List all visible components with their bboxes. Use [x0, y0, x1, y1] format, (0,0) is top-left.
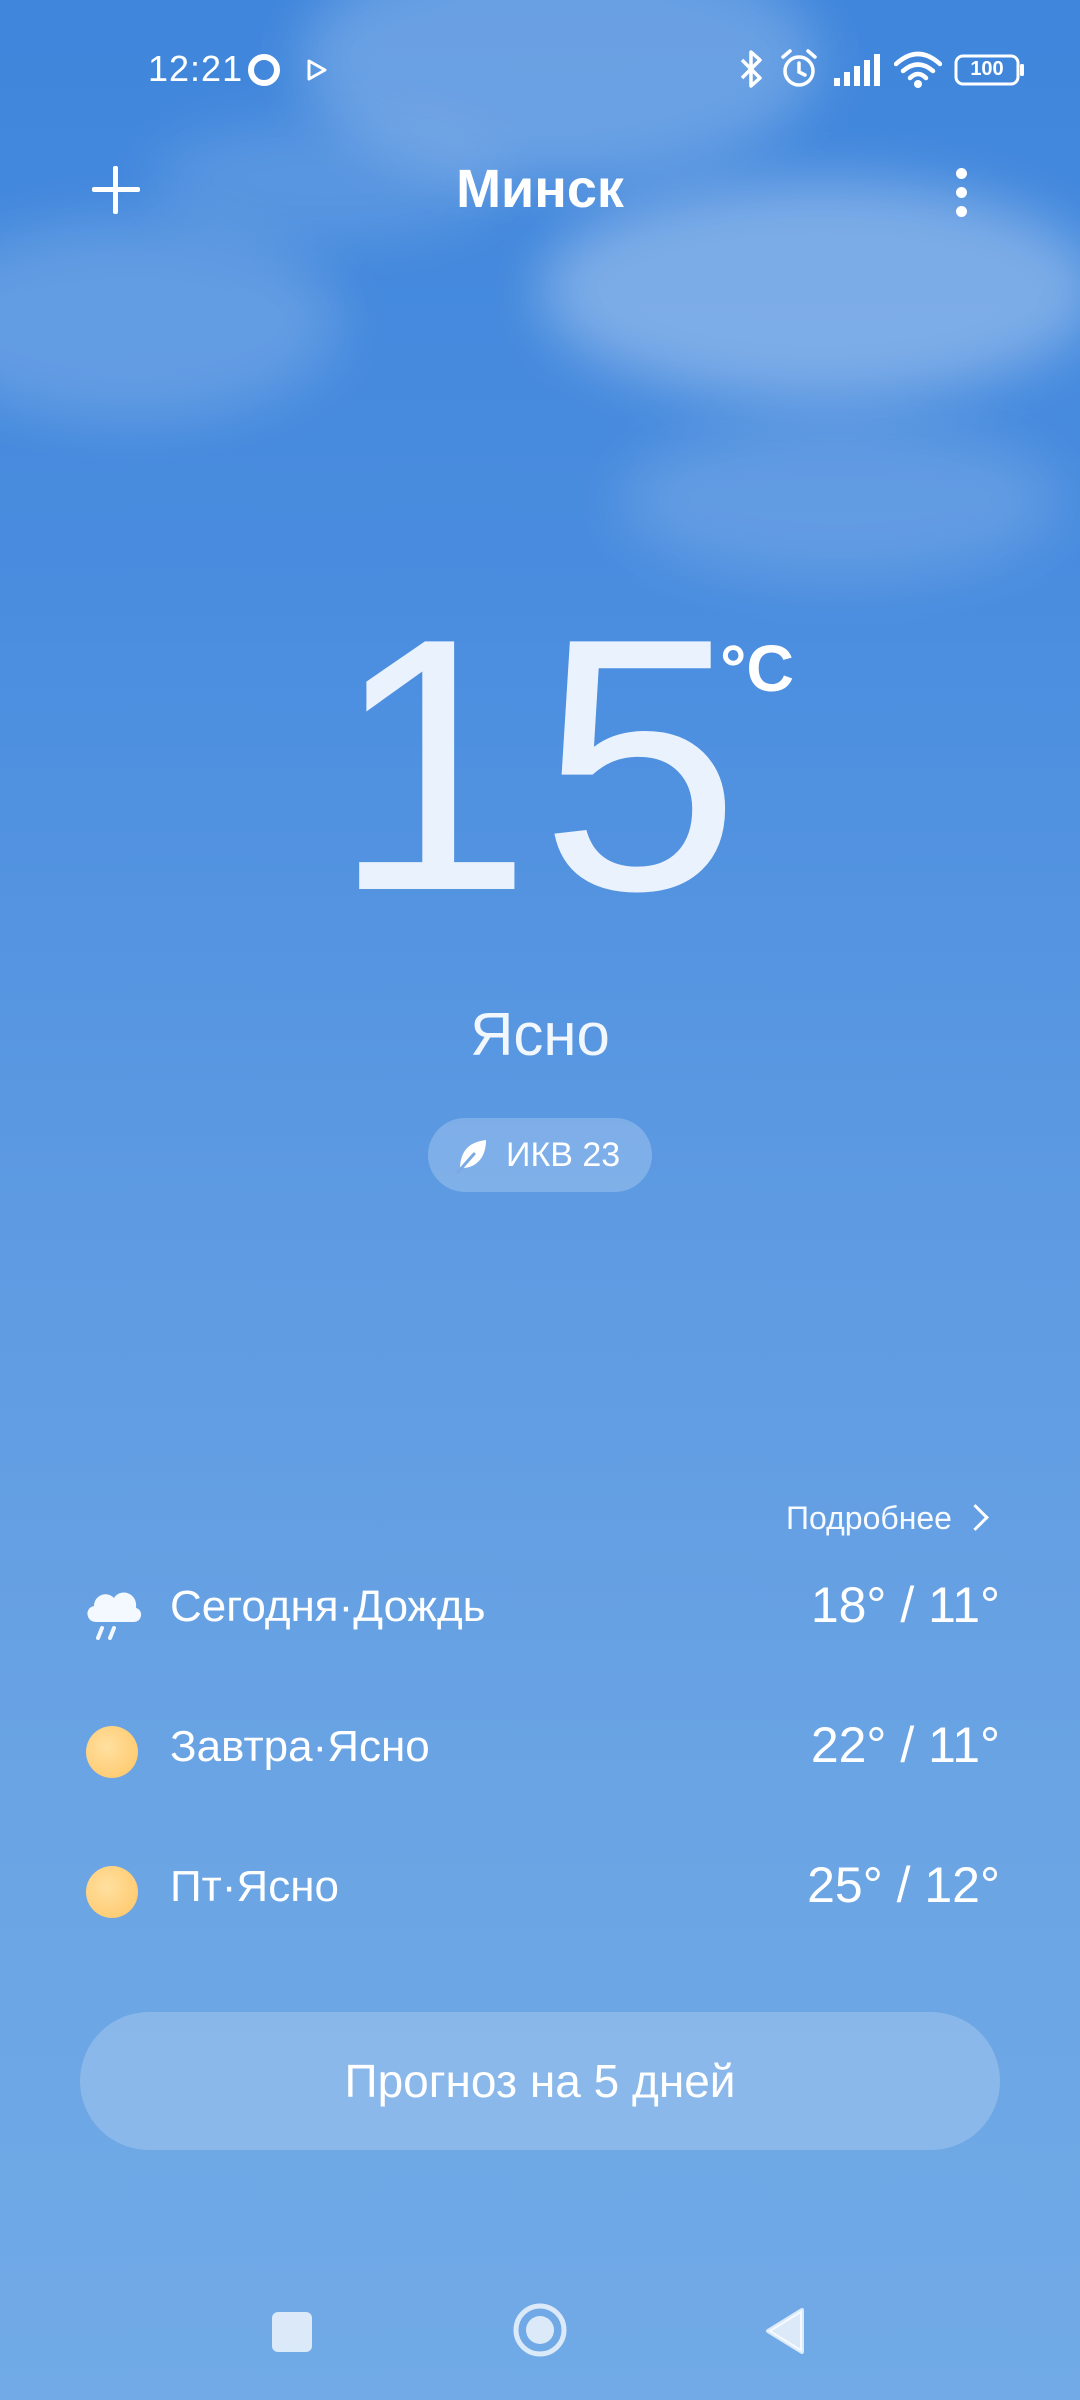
recents-button[interactable]	[272, 2312, 312, 2352]
city-title: Минск	[456, 159, 624, 219]
navigation-bar	[0, 2290, 1080, 2380]
sun-icon	[80, 1720, 144, 1784]
aqi-value: ИКВ 23	[506, 1136, 621, 1174]
temperature-value: 15	[331, 564, 749, 966]
sun-icon	[80, 1860, 144, 1924]
forecast-temp-range: 18° / 11°	[810, 1577, 1000, 1633]
forecast-day-label: Завтра·Ясно	[170, 1722, 430, 1771]
home-button[interactable]	[512, 2302, 568, 2358]
rain-cloud-icon	[80, 1580, 144, 1644]
back-button[interactable]	[762, 2306, 806, 2356]
current-temperature-block: 15 °C	[0, 564, 1080, 966]
signal-icon	[832, 52, 882, 92]
forecast-temp-range: 25° / 12°	[807, 1857, 1000, 1913]
forecast-row-tomorrow[interactable]: Завтра·Ясно 22° / 11°	[80, 1712, 1000, 1792]
status-bar: 12:21 100	[0, 0, 1080, 140]
aqi-badge[interactable]: ИКВ 23	[428, 1118, 652, 1192]
forecast-temp-range: 22° / 11°	[810, 1717, 1000, 1773]
chevron-right-icon	[962, 1504, 989, 1531]
wifi-icon	[893, 50, 943, 94]
forecast-row-friday[interactable]: Пт·Ясно 25° / 12°	[80, 1852, 1000, 1932]
bluetooth-icon	[738, 48, 766, 94]
status-time: 12:21	[148, 48, 244, 89]
forecast-day-label: Пт·Ясно	[170, 1862, 339, 1911]
details-link[interactable]: Подробнее	[786, 1500, 989, 1540]
forecast-row-today[interactable]: Сегодня·Дождь 18° / 11°	[80, 1572, 1000, 1652]
circle-icon	[246, 52, 282, 92]
current-condition: Ясно	[470, 1001, 610, 1068]
details-link-label: Подробнее	[786, 1500, 952, 1536]
top-bar: Минск	[0, 150, 1080, 230]
forecast-day-label: Сегодня·Дождь	[170, 1582, 486, 1631]
battery-level: 100	[970, 58, 1004, 80]
temperature-unit: °C	[720, 631, 795, 705]
alarm-icon	[778, 48, 820, 94]
leaf-icon	[454, 1136, 490, 1178]
more-options-button[interactable]	[950, 166, 974, 220]
five-day-forecast-button[interactable]: Прогноз на 5 дней	[80, 2012, 1000, 2150]
play-icon	[306, 58, 328, 86]
